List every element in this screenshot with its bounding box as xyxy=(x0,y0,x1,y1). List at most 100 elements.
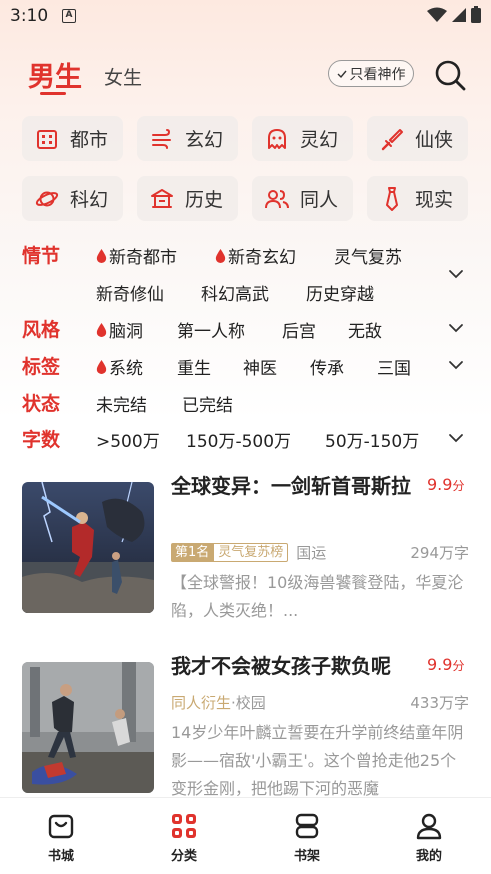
filter-option[interactable]: 神医 xyxy=(243,354,277,379)
app-notification-icon: A xyxy=(62,9,76,23)
book-title[interactable]: 全球变异：一剑斩首哥斯拉 xyxy=(171,470,419,502)
search-icon[interactable] xyxy=(433,58,467,92)
book-title[interactable]: 我才不会被女孩子欺负呢 xyxy=(171,650,419,682)
book-score: 9.9分 xyxy=(427,475,465,494)
nav-label: 分类 xyxy=(170,849,197,864)
planet-icon xyxy=(34,186,60,212)
fire-icon xyxy=(96,248,107,263)
check-icon xyxy=(337,70,347,78)
book-cover[interactable] xyxy=(22,662,154,793)
header: 男生 女生 只看神作 xyxy=(0,55,491,100)
filter-label-style: 风格 xyxy=(22,319,61,341)
book-meta: 第1名 灵气复苏榜 国运 294万字 xyxy=(171,541,469,563)
filter-option[interactable]: 灵气复苏 xyxy=(334,243,402,268)
filter-option[interactable]: 历史穿越 xyxy=(306,280,374,305)
shopping-bag-icon xyxy=(48,814,74,839)
filter-option[interactable]: 重生 xyxy=(177,354,211,379)
category-label: 灵幻 xyxy=(300,129,339,151)
category-label: 仙侠 xyxy=(415,129,454,151)
book-tag: 国运 xyxy=(296,543,327,562)
filter-option[interactable]: 未完结 xyxy=(96,391,147,416)
filter-option[interactable]: 新奇玄幻 xyxy=(215,243,296,268)
filter-option[interactable]: 已完结 xyxy=(182,391,233,416)
filter-option[interactable]: 系统 xyxy=(96,354,143,379)
category-label: 现实 xyxy=(415,189,454,211)
book-cover[interactable] xyxy=(22,482,154,613)
rank-list-name: 灵气复苏榜 xyxy=(213,542,289,562)
grid-icon xyxy=(172,814,196,838)
book-word-count: 433万字 xyxy=(410,693,469,712)
category-dushi[interactable]: 都市 xyxy=(22,116,123,161)
only-masterpiece-toggle[interactable]: 只看神作 xyxy=(328,60,414,87)
wifi-icon xyxy=(427,7,447,22)
category-label: 玄幻 xyxy=(185,129,224,151)
chevron-down-icon[interactable] xyxy=(446,355,466,375)
tie-icon xyxy=(379,186,405,212)
category-label: 同人 xyxy=(300,189,339,211)
wind-icon xyxy=(149,126,175,152)
fire-icon xyxy=(96,322,107,337)
filter-option[interactable]: 三国 xyxy=(377,354,411,379)
cell-signal-icon xyxy=(452,7,466,22)
nav-mine[interactable]: 我的 xyxy=(399,812,459,864)
filter-option[interactable]: 无敌 xyxy=(348,317,382,342)
book-description: 【全球警报！10级海兽饕餮登陆，华夏沦陷，人类灭绝！... xyxy=(171,573,464,620)
category-lishi[interactable]: 历史 xyxy=(137,176,238,221)
filter-option[interactable]: 科幻高武 xyxy=(201,280,269,305)
book-description: 14岁少年叶麟立誓要在升学前终结童年阴影——宿敌'小霸王'。这个曾抢走他25个变… xyxy=(171,723,464,797)
tab-male-indicator xyxy=(40,92,66,95)
ghost-icon xyxy=(264,126,290,152)
battery-icon xyxy=(471,6,481,23)
book-genre: 同人衍生 xyxy=(171,693,232,712)
category-tongren[interactable]: 同人 xyxy=(252,176,353,221)
filter-option[interactable]: >500万 xyxy=(96,427,160,452)
filter-option[interactable]: 脑洞 xyxy=(96,317,143,342)
filter-option[interactable]: 传承 xyxy=(310,354,344,379)
filter-option[interactable]: 后宫 xyxy=(282,317,316,342)
category-label: 都市 xyxy=(70,129,109,151)
fire-icon xyxy=(215,248,226,263)
filter-option[interactable]: 新奇修仙 xyxy=(96,280,164,305)
filter-option[interactable]: 150万-500万 xyxy=(186,427,291,452)
category-linghuan[interactable]: 灵幻 xyxy=(252,116,353,161)
temple-icon xyxy=(149,186,175,212)
rank-badge[interactable]: 第1名 灵气复苏榜 xyxy=(171,542,289,562)
filter-label-status: 状态 xyxy=(22,393,61,415)
chevron-down-icon[interactable] xyxy=(446,264,466,284)
category-kehuan[interactable]: 科幻 xyxy=(22,176,123,221)
nav-label: 书架 xyxy=(293,849,320,864)
nav-shelf[interactable]: 书架 xyxy=(277,812,337,864)
nav-label: 我的 xyxy=(415,849,442,864)
book-score: 9.9分 xyxy=(427,655,465,674)
fire-icon xyxy=(96,359,107,374)
category-label: 历史 xyxy=(185,189,224,211)
rank-number: 第1名 xyxy=(171,542,214,562)
filter-label-plot: 情节 xyxy=(22,245,61,267)
filter-label-words: 字数 xyxy=(22,429,61,451)
bottom-nav: 书城 分类 书架 我的 xyxy=(0,797,491,874)
book-item[interactable]: 全球变异：一剑斩首哥斯拉 9.9分 第1名 灵气复苏榜 国运 294万字 【全球… xyxy=(0,470,491,630)
category-xianxia[interactable]: 仙侠 xyxy=(367,116,468,161)
bookshelf-icon xyxy=(295,813,319,839)
sword-icon xyxy=(379,126,405,152)
status-right xyxy=(427,6,481,23)
filter-option[interactable]: 50万-150万 xyxy=(325,427,419,452)
nav-category[interactable]: 分类 xyxy=(154,812,214,864)
chevron-down-icon[interactable] xyxy=(446,428,466,448)
people-icon xyxy=(264,186,290,212)
filter-option[interactable]: 第一人称 xyxy=(177,317,245,342)
category-label: 科幻 xyxy=(70,189,109,211)
book-meta: 同人衍生 ·校园 433万字 xyxy=(171,691,469,713)
status-bar: 3:10 A xyxy=(0,0,491,34)
category-xianshi[interactable]: 现实 xyxy=(367,176,468,221)
book-word-count: 294万字 xyxy=(410,543,469,562)
nav-label: 书城 xyxy=(47,849,74,864)
category-xuanhuan[interactable]: 玄幻 xyxy=(137,116,238,161)
book-item[interactable]: 我才不会被女孩子欺负呢 9.9分 同人衍生 ·校园 433万字 14岁少年叶麟立… xyxy=(0,650,491,797)
filter-label-tags: 标签 xyxy=(22,356,61,378)
tab-male[interactable]: 男生 xyxy=(28,55,82,94)
nav-bookstore[interactable]: 书城 xyxy=(31,812,91,864)
chevron-down-icon[interactable] xyxy=(446,318,466,338)
filter-option[interactable]: 新奇都市 xyxy=(96,243,177,268)
tab-female[interactable]: 女生 xyxy=(104,63,142,90)
